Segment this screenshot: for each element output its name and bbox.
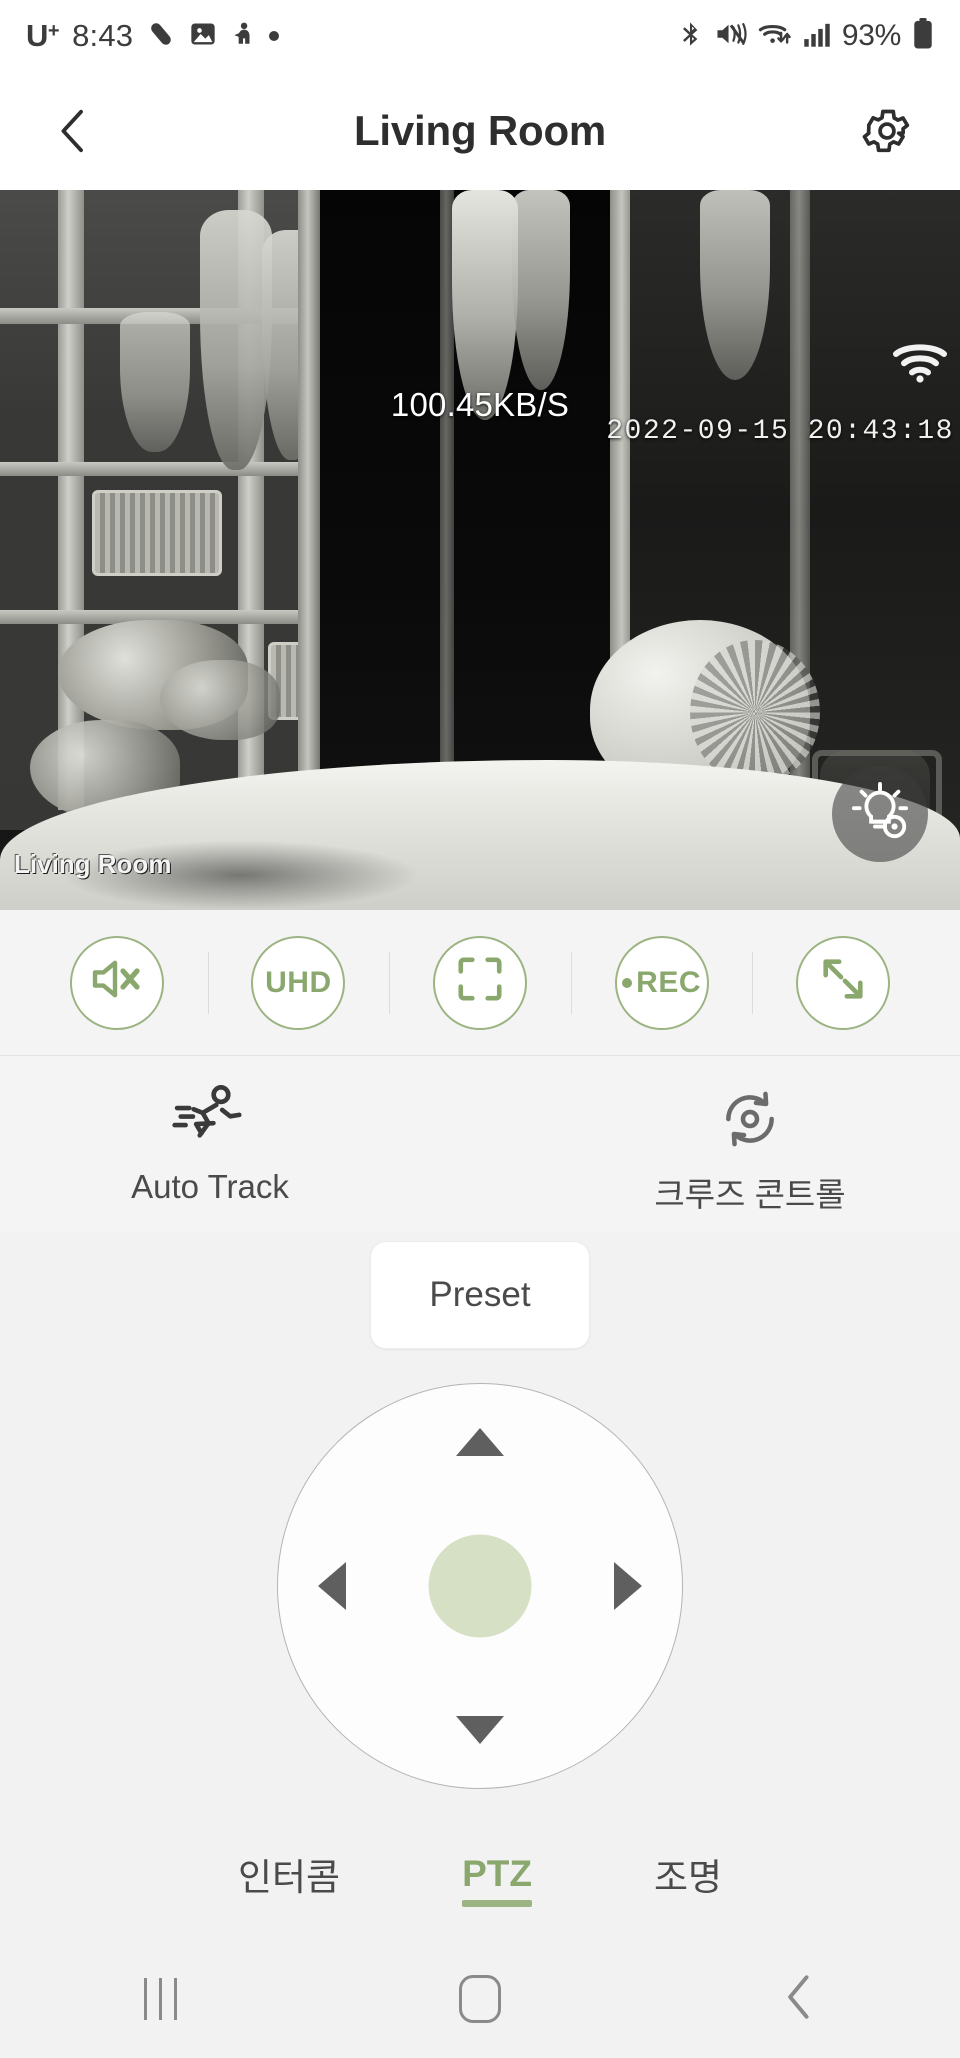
nav-home-button[interactable]	[380, 1975, 580, 2023]
system-navigation-bar	[0, 1940, 960, 2058]
ptz-dpad-row	[0, 1383, 960, 1789]
bluetooth-icon	[676, 19, 704, 54]
person-icon	[230, 20, 256, 53]
ptz-dpad[interactable]	[277, 1383, 683, 1789]
light-settings-button[interactable]	[832, 766, 928, 862]
home-icon	[459, 1975, 501, 2023]
control-cell-fullscreen	[752, 935, 934, 1030]
camera-video-view[interactable]: 100.45KB/S 2022-09-15 20:43:18 Living Ro…	[0, 190, 960, 910]
status-bar-right: 93%	[676, 17, 934, 55]
dpad-center-button[interactable]	[428, 1534, 532, 1638]
fullscreen-button[interactable]	[796, 935, 891, 1030]
recents-icon	[143, 1978, 177, 2020]
auto-track-button[interactable]: Auto Track	[60, 1080, 360, 1206]
preset-row: Preset	[0, 1241, 960, 1349]
control-cell-quality: UHD	[208, 935, 390, 1030]
expand-arrows-icon	[818, 954, 868, 1012]
dot-icon	[269, 31, 280, 41]
dpad-up-button[interactable]	[456, 1428, 504, 1456]
dpad-down-button[interactable]	[456, 1716, 504, 1744]
page-title: Living Room	[353, 107, 607, 154]
capture-frame-icon	[455, 954, 505, 1012]
clock-label: 8:43	[72, 18, 134, 53]
cruise-rotate-icon	[717, 1080, 783, 1158]
battery-percent-label: 93%	[841, 19, 901, 52]
control-cell-record: REC	[571, 935, 753, 1030]
control-cell-mute	[26, 935, 208, 1030]
signal-bars-icon	[803, 20, 831, 53]
lightbulb-gear-icon	[849, 781, 911, 848]
video-timestamp: 2022-09-15 20:43:18	[606, 416, 954, 447]
status-bar: U+ 8:43 93%	[0, 0, 960, 72]
settings-gear-icon[interactable]	[854, 98, 920, 164]
nav-recents-button[interactable]	[60, 1978, 260, 2020]
cruise-control-button[interactable]: 크루즈 콘트롤	[600, 1080, 900, 1216]
cruise-control-label: 크루즈 콘트롤	[654, 1176, 846, 1213]
preset-button[interactable]: Preset	[370, 1241, 590, 1349]
app-header: Living Room	[0, 72, 960, 190]
battery-icon	[912, 17, 934, 55]
mute-button[interactable]	[69, 935, 164, 1030]
video-scene	[0, 190, 960, 910]
record-label: REC	[636, 965, 701, 999]
record-dot-icon	[622, 977, 633, 988]
app-screen: U+ 8:43 93% Living Room 100.45KB/S 2022-…	[0, 0, 960, 2058]
status-bar-left: U+ 8:43	[26, 18, 280, 54]
speaker-mute-icon	[91, 956, 143, 1010]
control-cell-snapshot	[389, 935, 571, 1030]
wifi-transfer-icon	[758, 19, 792, 54]
dpad-right-button[interactable]	[614, 1562, 642, 1610]
snapshot-button[interactable]	[432, 935, 527, 1030]
tab-lighting[interactable]: 조명	[654, 1847, 722, 1913]
back-chevron-icon	[783, 1974, 817, 2025]
record-button[interactable]: REC	[614, 935, 709, 1030]
quality-button[interactable]: UHD	[251, 935, 346, 1030]
nav-back-button[interactable]	[700, 1974, 900, 2025]
auto-track-label: Auto Track	[131, 1168, 289, 1205]
carrier-label: U+	[26, 18, 60, 53]
tab-intercom[interactable]: 인터콤	[238, 1847, 340, 1913]
camera-name-overlay: Living Room	[14, 849, 172, 879]
video-wifi-icon	[892, 340, 948, 389]
running-person-icon	[171, 1080, 249, 1158]
mute-icon	[715, 19, 747, 54]
tab-ptz[interactable]: PTZ	[462, 1853, 532, 1907]
video-controls-row: UHD REC	[0, 910, 960, 1055]
pill-icon	[146, 19, 176, 54]
ptz-feature-row: Auto Track 크루즈 콘트롤	[0, 1056, 960, 1231]
dpad-left-button[interactable]	[318, 1562, 346, 1610]
bottom-tab-bar: 인터콤 PTZ 조명	[0, 1847, 960, 1913]
image-icon	[189, 20, 217, 53]
back-button[interactable]	[40, 98, 106, 164]
